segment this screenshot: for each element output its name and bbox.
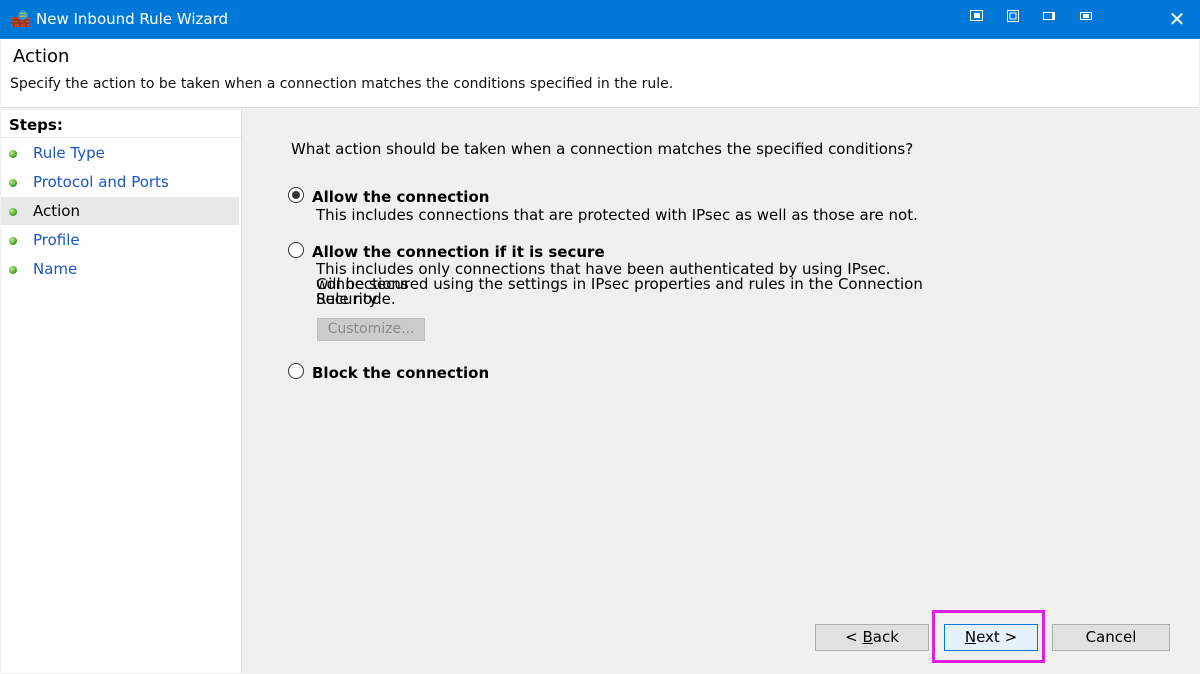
step-rule-type[interactable]: Rule Type	[1, 139, 239, 167]
step-protocol-and-ports[interactable]: Protocol and Ports	[1, 168, 239, 196]
block-connection-radio[interactable]	[288, 363, 304, 379]
step-label: Rule Type	[33, 144, 105, 162]
content-pane: What action should be taken when a conne…	[243, 110, 1199, 673]
restore-icon[interactable]	[1078, 8, 1094, 24]
allow-connection-description: This includes connections that are prote…	[316, 206, 918, 224]
green-bullet-icon	[9, 208, 17, 216]
step-profile[interactable]: Profile	[1, 226, 239, 254]
page-description: Specify the action to be taken when a co…	[10, 76, 674, 92]
close-icon[interactable]: ✕	[1166, 7, 1188, 31]
back-rest: ack	[872, 628, 899, 646]
allow-connection-radio[interactable]	[288, 187, 304, 203]
step-label: Profile	[33, 231, 80, 249]
green-bullet-icon	[9, 179, 17, 187]
back-prefix: <	[845, 628, 863, 646]
steps-label: Steps:	[9, 116, 63, 134]
wizard-header: Action Specify the action to be taken wh…	[1, 39, 1199, 108]
back-button[interactable]: < Back	[815, 624, 929, 651]
cancel-button[interactable]: Cancel	[1052, 624, 1170, 651]
step-action[interactable]: Action	[1, 197, 239, 225]
customize-button[interactable]: Customize...	[317, 318, 425, 341]
snap-layout-icon[interactable]	[969, 8, 985, 24]
maximize-icon[interactable]	[1041, 8, 1057, 24]
minimize-icon[interactable]	[1005, 8, 1021, 24]
allow-if-secure-description-line: Rule node.	[316, 290, 396, 308]
step-label: Name	[33, 260, 78, 278]
block-connection-label[interactable]: Block the connection	[312, 364, 489, 382]
firewall-icon	[11, 10, 29, 27]
page-title: Action	[13, 46, 70, 67]
step-label: Action	[33, 202, 80, 220]
allow-connection-label[interactable]: Allow the connection	[312, 188, 489, 206]
allow-if-secure-radio[interactable]	[288, 242, 304, 258]
steps-divider	[1, 137, 241, 138]
title-bar: New Inbound Rule Wizard ✕	[0, 0, 1200, 39]
action-question: What action should be taken when a conne…	[291, 140, 914, 158]
green-bullet-icon	[9, 237, 17, 245]
back-mnemonic: B	[862, 628, 873, 646]
window-title: New Inbound Rule Wizard	[36, 10, 228, 28]
step-name[interactable]: Name	[1, 255, 239, 283]
steps-pane: Steps: Rule Type Protocol and Ports Acti…	[1, 110, 242, 673]
allow-if-secure-label[interactable]: Allow the connection if it is secure	[312, 243, 605, 261]
green-bullet-icon	[9, 266, 17, 274]
green-bullet-icon	[9, 150, 17, 158]
highlight-box	[932, 610, 1045, 663]
step-label: Protocol and Ports	[33, 173, 169, 191]
